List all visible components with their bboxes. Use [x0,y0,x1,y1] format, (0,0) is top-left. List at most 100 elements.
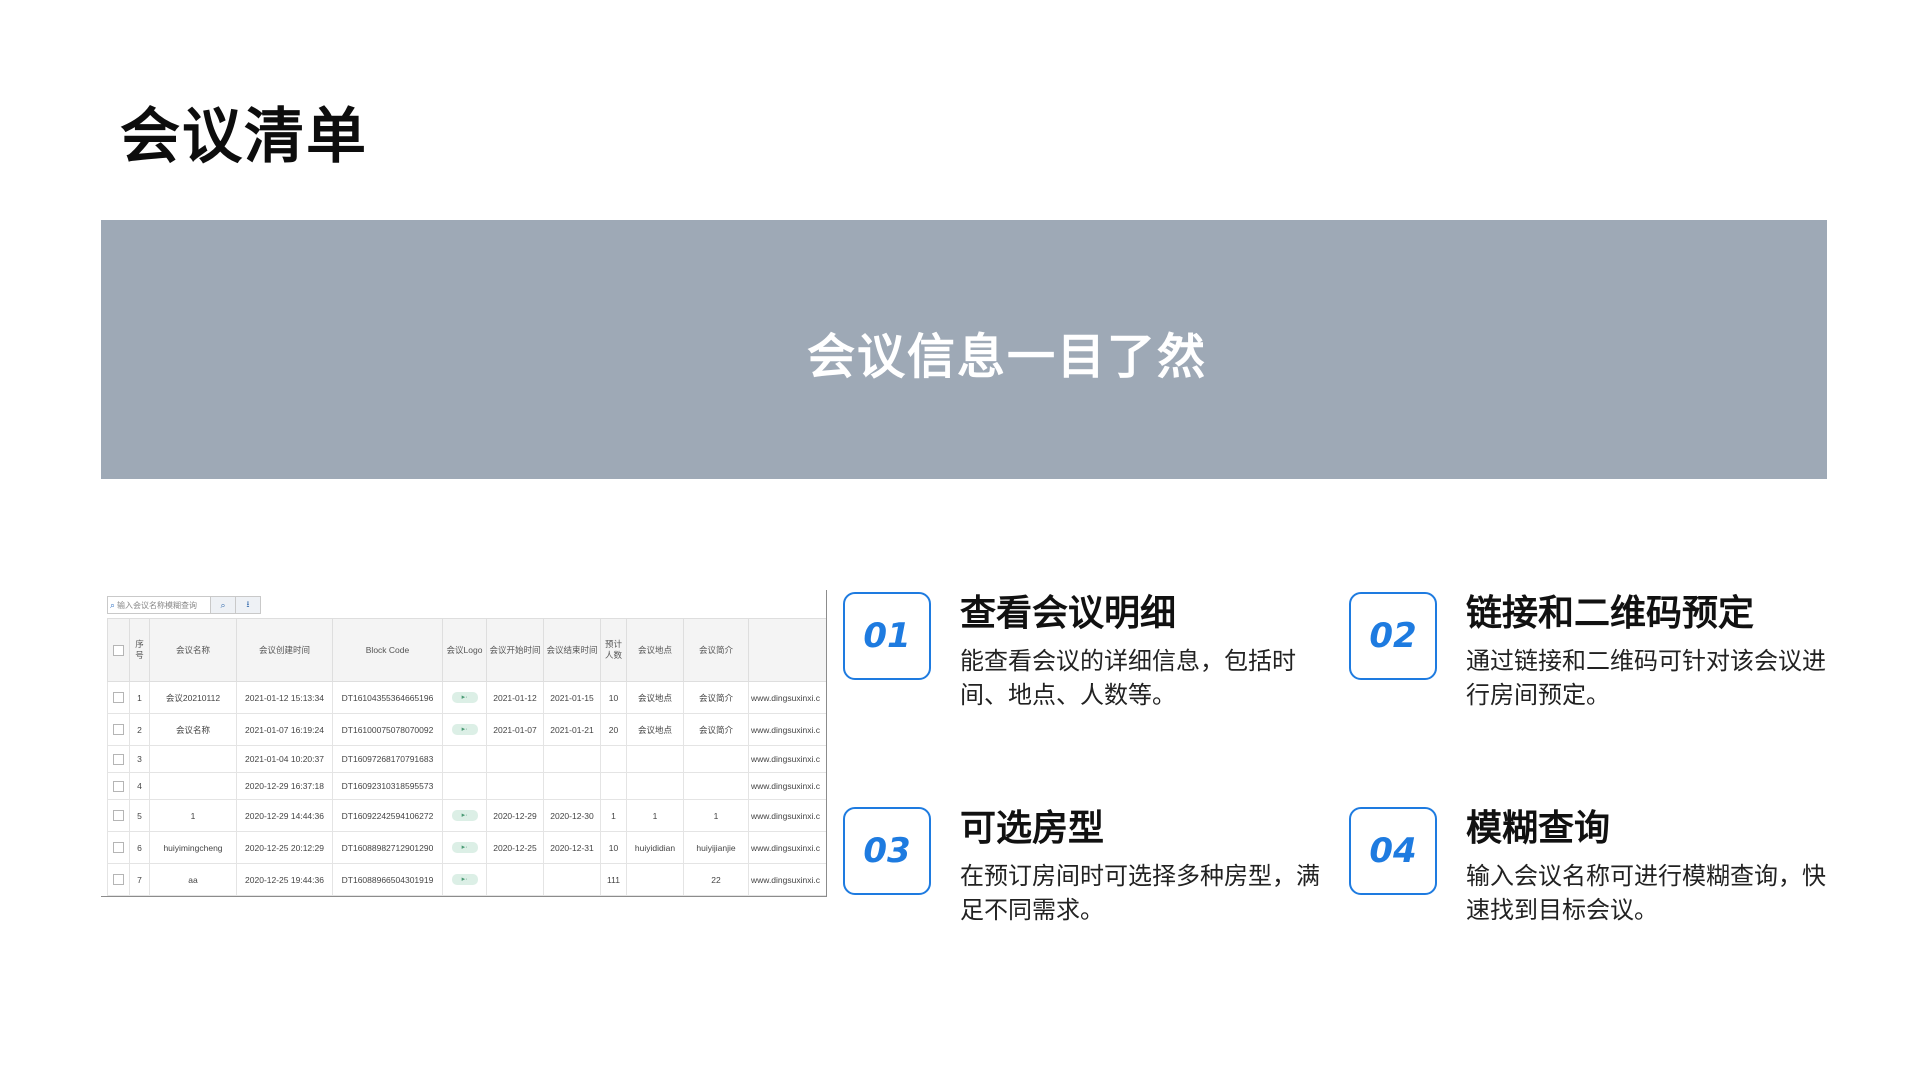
row-checkbox[interactable] [107,863,130,896]
meeting-table-screenshot: ⌕ 输入会议名称模糊查询 ⌕ ⭳ 序号 会议名称 会议创建时间 Block Co… [101,590,827,897]
table-cell: 1 [149,799,237,832]
table-cell [543,745,601,773]
table-cell: ▸· [442,681,487,714]
table-toolbar: ⌕ 输入会议名称模糊查询 ⌕ ⭳ [107,596,261,614]
table-row[interactable]: 2 会议名称 2021-01-07 16:19:24 DT16100075078070… [107,713,826,746]
table-cell: 2020-12-29 [486,799,544,832]
feature-description: 能查看会议的详细信息，包括时间、地点、人数等。 [960,647,1296,709]
meeting-logo-icon: ▸· [451,842,478,854]
table-cell: ▸· [442,863,487,896]
table-row[interactable]: 6 huiyimingcheng 2020-12-25 20:12:29 DT1608… [107,831,826,864]
table-cell: 7 [129,863,150,896]
feature-title: 链接和二维码预定 [1466,593,1755,634]
table-cell: DT16097268170791683 [332,745,443,773]
row-checkbox[interactable] [107,831,130,864]
table-cell: 2021-01-21 [543,713,601,746]
table-cell: www.dingsuxinxi.c [748,745,826,773]
column-header[interactable]: 会议名称 [149,618,237,682]
table-cell: 2 [129,713,150,746]
table-cell: 2020-12-25 [486,831,544,864]
row-checkbox[interactable] [107,713,130,746]
table-cell: ▸· [442,713,487,746]
column-header[interactable]: 会议Logo [442,618,487,682]
row-checkbox[interactable] [107,772,130,800]
table-cell: 2021-01-07 [486,713,544,746]
table-body: 1 会议20210112 2021-01-12 15:13:34 DT16104355… [107,681,826,896]
table-row[interactable]: 1 会议20210112 2021-01-12 15:13:34 DT16104355… [107,681,826,714]
meeting-logo-icon: ▸· [451,874,478,886]
row-checkbox[interactable] [107,799,130,832]
table-row[interactable]: 5 1 2020-12-29 14:44:36 DT16092242594106272… [107,799,826,832]
table-cell: 4 [129,772,150,800]
table-cell [626,863,684,896]
table-cell [486,745,544,773]
table-cell: 会议地点 [626,713,684,746]
search-button[interactable]: ⌕ [210,596,236,614]
table-cell [683,772,749,800]
table-cell: 2020-12-29 14:44:36 [236,799,333,832]
search-input[interactable]: ⌕ 输入会议名称模糊查询 [107,596,211,614]
table-row[interactable]: 4 2020-12-29 16:37:18 DT16092310318595573 w… [107,772,826,800]
table-cell: 会议20210112 [149,681,237,714]
column-header[interactable]: 会议开始时间 [486,618,544,682]
table-cell [149,745,237,773]
column-header[interactable]: 会议简介 [683,618,749,682]
table-cell [486,772,544,800]
table-cell: DT16088982712901290 [332,831,443,864]
page-title: 会议清单 [120,102,368,172]
select-all-checkbox[interactable] [107,618,130,682]
feature-number: 01 [843,592,931,680]
table-cell: 会议地点 [626,681,684,714]
table-cell: 2021-01-04 10:20:37 [236,745,333,773]
table-cell: huiyimingcheng [149,831,237,864]
table-header-row: 序号 会议名称 会议创建时间 Block Code 会议Logo 会议开始时间 … [107,618,826,682]
feature-title: 查看会议明细 [960,593,1177,634]
table-cell: www.dingsuxinxi.c [748,831,826,864]
table-cell [626,745,684,773]
column-header[interactable]: 会议结束时间 [543,618,601,682]
table-cell: 会议简介 [683,681,749,714]
table-cell: aa [149,863,237,896]
banner-text: 会议信息一目了然 [806,328,1207,385]
table-cell: huiyijianjie [683,831,749,864]
column-header[interactable]: 预计人数 [600,618,627,682]
table-cell: 2020-12-29 16:37:18 [236,772,333,800]
meeting-logo-icon: ▸· [451,810,478,822]
table-cell: 5 [129,799,150,832]
row-checkbox[interactable] [107,745,130,773]
column-header[interactable]: 会议创建时间 [236,618,333,682]
table-cell: 6 [129,831,150,864]
feature-title: 可选房型 [960,808,1105,849]
table-cell [683,745,749,773]
meeting-table: 序号 会议名称 会议创建时间 Block Code 会议Logo 会议开始时间 … [107,618,826,896]
table-cell [149,772,237,800]
table-cell: 2020-12-25 20:12:29 [236,831,333,864]
table-cell [543,772,601,800]
table-cell: 1 [129,681,150,714]
feature-description: 通过链接和二维码可针对该会议进行房间预定。 [1466,647,1826,709]
table-cell: www.dingsuxinxi.c [748,863,826,896]
column-header[interactable] [748,618,826,682]
table-cell: 2021-01-12 15:13:34 [236,681,333,714]
table-cell: 1 [600,799,627,832]
table-cell: DT16100075078070092 [332,713,443,746]
table-row[interactable]: 3 2021-01-04 10:20:37 DT16097268170791683 w… [107,745,826,773]
table-cell: 111 [600,863,627,896]
export-button[interactable]: ⭳ [235,596,261,614]
table-cell: 10 [600,831,627,864]
column-header[interactable]: 序号 [129,618,150,682]
download-icon: ⭳ [246,599,250,609]
table-cell: 2021-01-15 [543,681,601,714]
table-row[interactable]: 7 aa 2020-12-25 19:44:36 DT1608896650430191… [107,863,826,896]
column-header[interactable]: 会议地点 [626,618,684,682]
row-checkbox[interactable] [107,681,130,714]
table-cell: www.dingsuxinxi.c [748,713,826,746]
table-cell: 10 [600,681,627,714]
table-cell: 会议简介 [683,713,749,746]
table-cell: 2021-01-12 [486,681,544,714]
table-cell: 22 [683,863,749,896]
table-cell [442,772,487,800]
feature-title: 模糊查询 [1466,808,1611,849]
table-cell: 3 [129,745,150,773]
column-header[interactable]: Block Code [332,618,443,682]
